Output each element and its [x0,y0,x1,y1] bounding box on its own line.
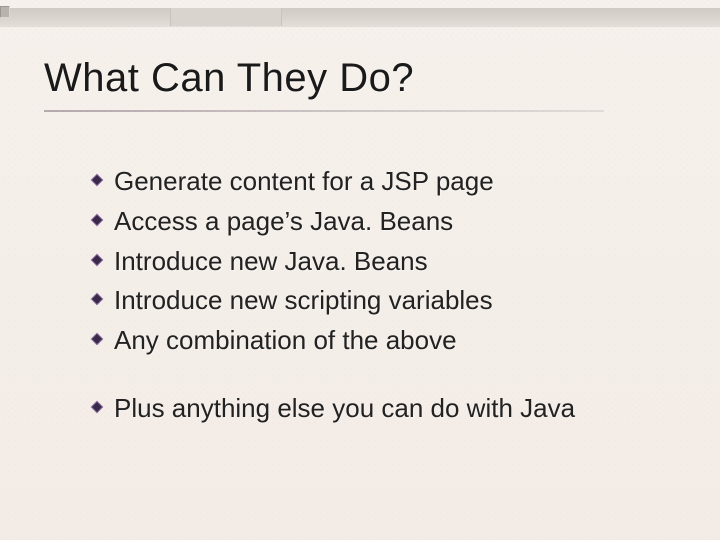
diamond-bullet-icon [90,332,104,346]
list-item-text: Introduce new Java. Beans [114,245,428,279]
list-item-text: Plus anything else you can do with Java [114,392,575,426]
slide-title: What Can They Do? [44,56,414,101]
diamond-bullet-icon [90,400,104,414]
slide-top-ruler [0,8,720,26]
ruler-notch [0,6,10,18]
list-item: Any combination of the above [90,324,670,358]
list-item-text: Generate content for a JSP page [114,165,494,199]
list-item: Access a page’s Java. Beans [90,205,670,239]
list-item-text: Introduce new scripting variables [114,284,493,318]
list-item-text: Any combination of the above [114,324,457,358]
diamond-bullet-icon [90,213,104,227]
diamond-bullet-icon [90,173,104,187]
diamond-bullet-icon [90,253,104,267]
title-underline [44,110,604,112]
diamond-bullet-icon [90,292,104,306]
slide: What Can They Do? Generate content for a… [0,0,720,540]
list-item-text: Access a page’s Java. Beans [114,205,453,239]
list-item: Plus anything else you can do with Java [90,392,670,426]
list-item: Generate content for a JSP page [90,165,670,199]
slide-body: Generate content for a JSP page Access a… [90,165,670,432]
bullet-group-2: Plus anything else you can do with Java [90,392,670,426]
list-item: Introduce new Java. Beans [90,245,670,279]
bullet-group-1: Generate content for a JSP page Access a… [90,165,670,358]
list-item: Introduce new scripting variables [90,284,670,318]
ruler-tab [170,8,282,26]
